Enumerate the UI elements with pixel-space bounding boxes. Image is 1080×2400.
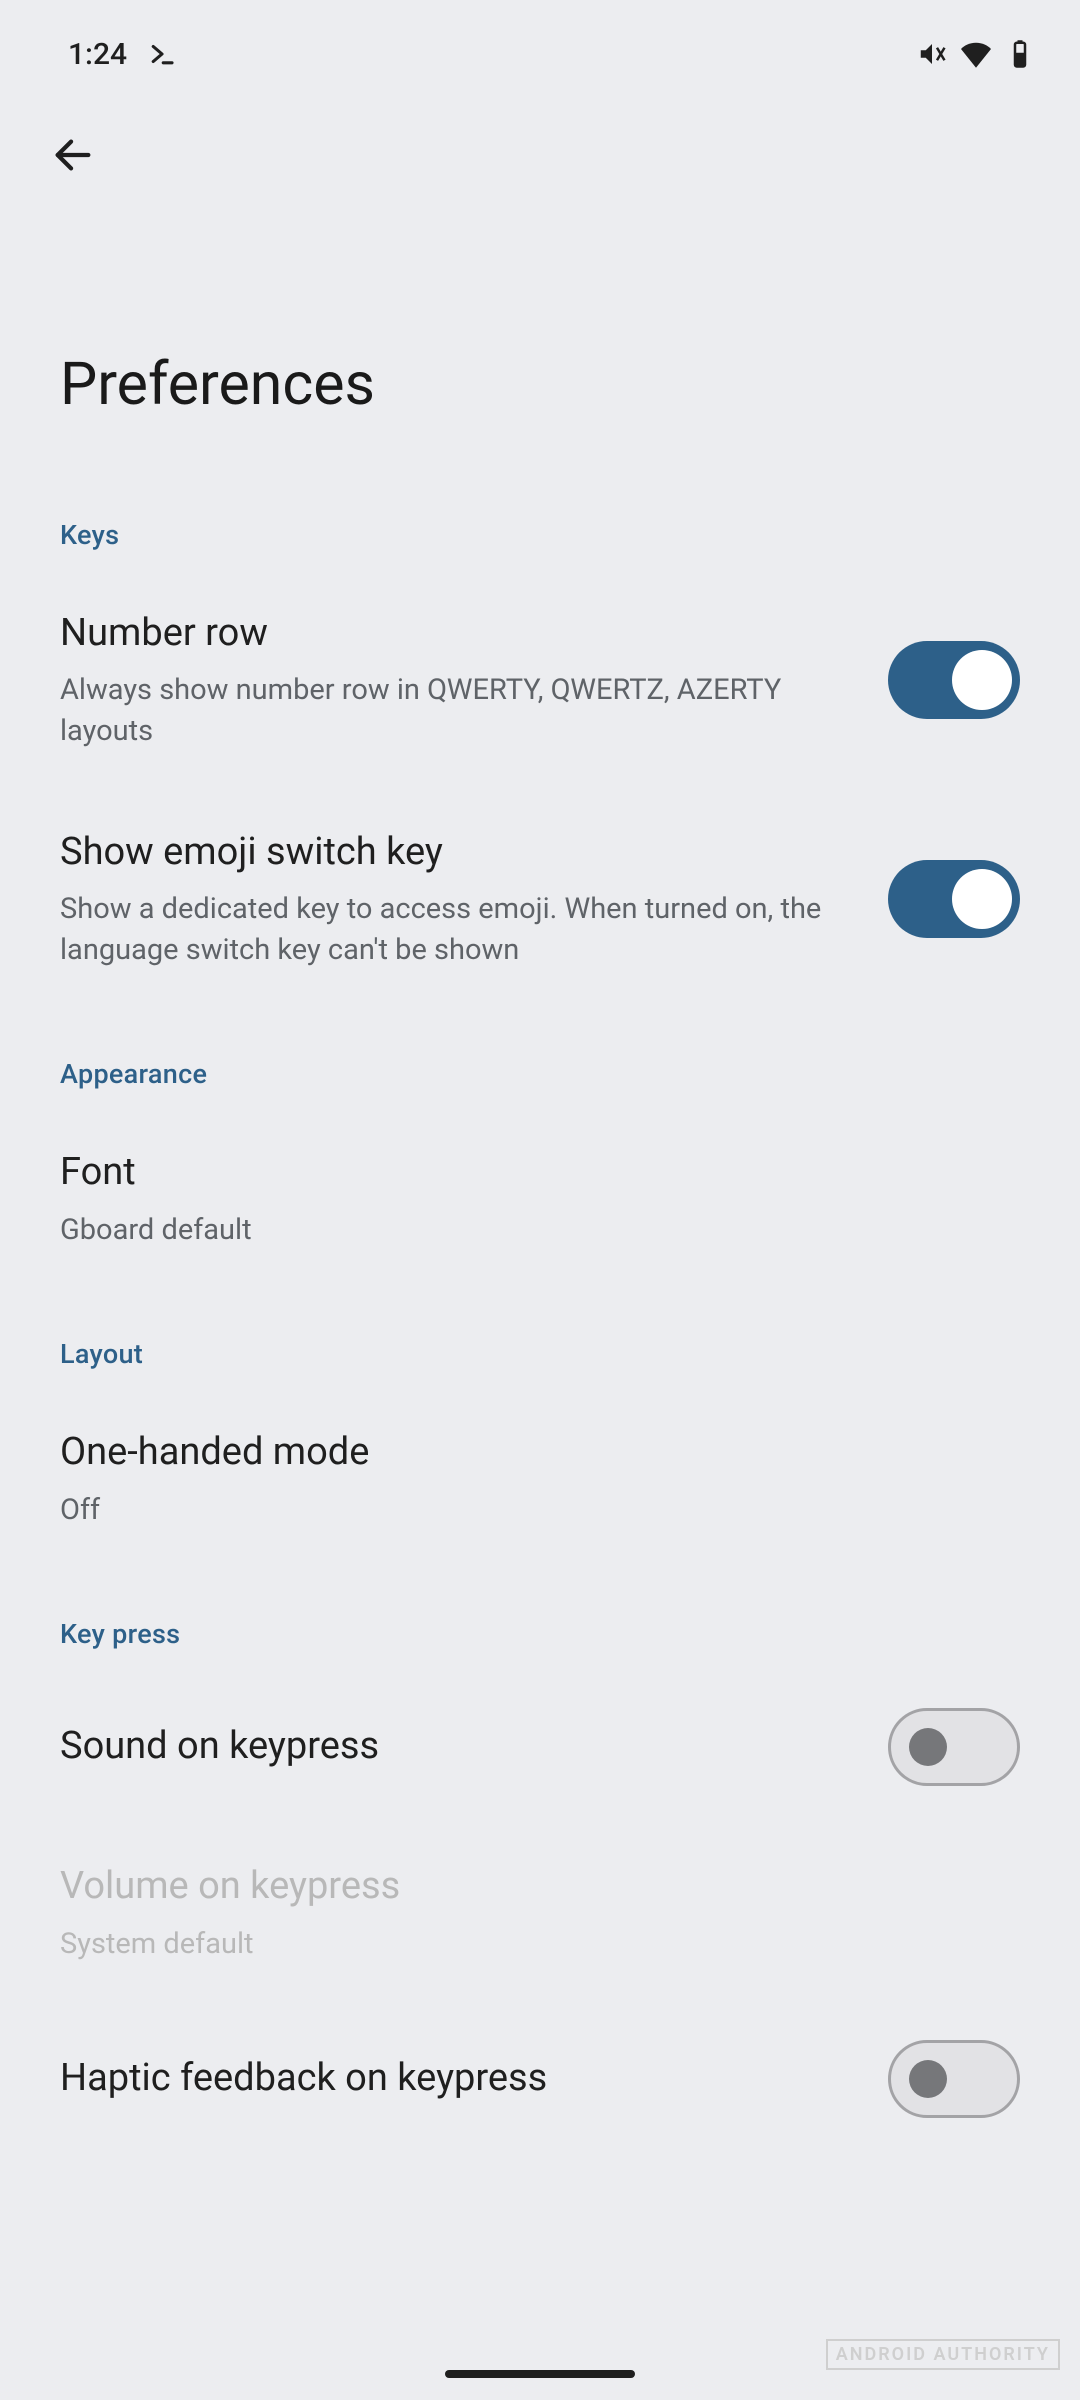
section-appearance: Appearance Font Gboard default — [0, 1008, 1080, 1288]
section-header-appearance: Appearance — [60, 1008, 1020, 1110]
toggle-show-emoji-switch-key[interactable] — [888, 860, 1020, 938]
volume-muted-icon — [917, 39, 947, 69]
battery-icon — [1005, 39, 1035, 69]
navigation-bar — [0, 2370, 1080, 2400]
status-bar: 1:24 — [0, 0, 1080, 90]
setting-sound-on-keypress[interactable]: Sound on keypress — [60, 1670, 1020, 1824]
terminal-icon — [147, 39, 177, 69]
section-key-press: Key press Sound on keypress Volume on ke… — [0, 1568, 1080, 2156]
setting-number-row[interactable]: Number row Always show number row in QWE… — [60, 571, 1020, 790]
setting-title: Haptic feedback on keypress — [60, 2054, 858, 2103]
setting-show-emoji-switch-key[interactable]: Show emoji switch key Show a dedicated k… — [60, 790, 1020, 1009]
setting-haptic-feedback-on-keypress[interactable]: Haptic feedback on keypress — [60, 2002, 1020, 2156]
setting-title: Font — [60, 1148, 1020, 1197]
toggle-sound-on-keypress[interactable] — [888, 1708, 1020, 1786]
setting-subtitle: Gboard default — [60, 1210, 1020, 1251]
setting-one-handed-mode[interactable]: One-handed mode Off — [60, 1390, 1020, 1568]
setting-subtitle: Always show number row in QWERTY, QWERTZ… — [60, 670, 858, 751]
arrow-left-icon — [50, 132, 96, 178]
section-keys: Keys Number row Always show number row i… — [0, 469, 1080, 1008]
setting-subtitle: Off — [60, 1490, 1020, 1531]
setting-title: Sound on keypress — [60, 1722, 858, 1771]
setting-title: One-handed mode — [60, 1428, 1020, 1477]
watermark: ANDROID AUTHORITY — [826, 2339, 1060, 2370]
setting-volume-on-keypress: Volume on keypress System default — [60, 1824, 1020, 2002]
setting-title: Volume on keypress — [60, 1862, 1020, 1911]
section-layout: Layout One-handed mode Off — [0, 1288, 1080, 1568]
back-button[interactable] — [48, 130, 98, 180]
section-header-layout: Layout — [60, 1288, 1020, 1390]
setting-font[interactable]: Font Gboard default — [60, 1110, 1020, 1288]
wifi-icon — [961, 39, 991, 69]
status-bar-right — [917, 39, 1035, 69]
toggle-haptic-feedback-on-keypress[interactable] — [888, 2040, 1020, 2118]
toggle-number-row[interactable] — [888, 641, 1020, 719]
clock: 1:24 — [68, 37, 127, 72]
setting-title: Show emoji switch key — [60, 828, 858, 877]
section-header-keys: Keys — [60, 469, 1020, 571]
setting-title: Number row — [60, 609, 858, 658]
setting-subtitle: System default — [60, 1924, 1020, 1965]
page-title: Preferences — [0, 180, 1080, 469]
setting-subtitle: Show a dedicated key to access emoji. Wh… — [60, 889, 858, 970]
nav-pill[interactable] — [445, 2370, 635, 2378]
section-header-key-press: Key press — [60, 1568, 1020, 1670]
status-bar-left: 1:24 — [68, 37, 177, 72]
